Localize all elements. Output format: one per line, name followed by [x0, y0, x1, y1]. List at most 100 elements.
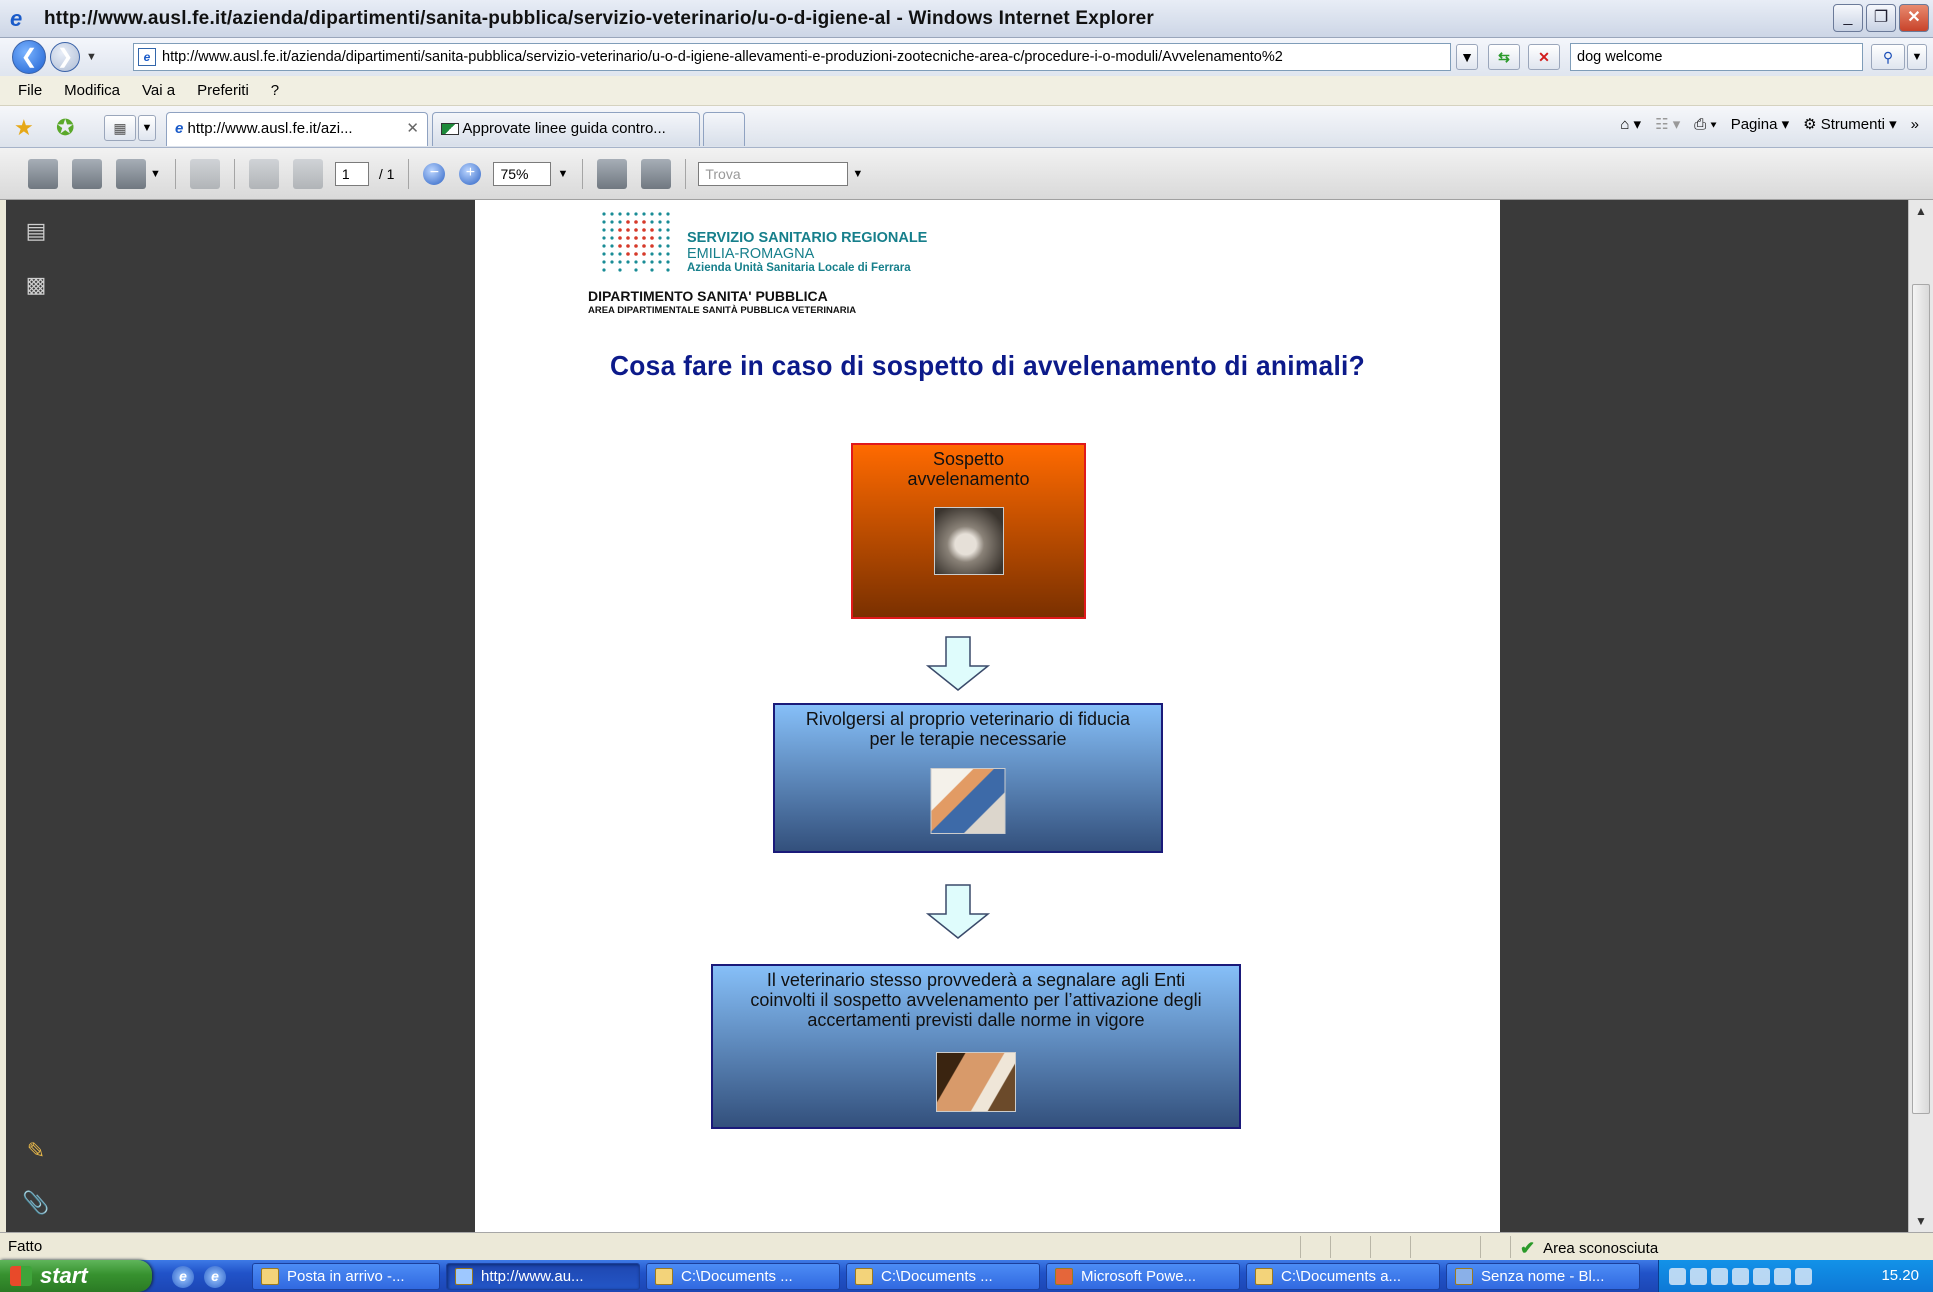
tab-label: http://www.ausl.fe.it/azi... — [187, 120, 353, 137]
print-icon[interactable]: ⎙ ▾ — [1694, 116, 1716, 133]
status-divider — [1410, 1236, 1411, 1258]
menu-vai-a[interactable]: Vai a — [142, 82, 175, 99]
tray-user-icon[interactable] — [1690, 1268, 1707, 1285]
address-input[interactable]: e http://www.ausl.fe.it/azienda/dipartim… — [133, 43, 1451, 71]
folder-icon — [655, 1268, 673, 1285]
fit-page-icon[interactable] — [641, 158, 672, 189]
start-label: start — [40, 1263, 88, 1288]
clock[interactable]: 15.20 — [1881, 1267, 1919, 1284]
security-zone[interactable]: Area sconosciuta — [1543, 1240, 1658, 1257]
quick-tabs-icon[interactable]: ▦ — [104, 115, 136, 141]
home-icon[interactable]: ⌂ ▾ — [1620, 115, 1641, 133]
quicklaunch-outlook-icon[interactable]: e — [204, 1266, 226, 1288]
tray-connection-icon[interactable] — [1732, 1268, 1749, 1285]
prev-page-icon[interactable] — [248, 158, 279, 189]
search-options-icon[interactable]: ▼ — [1907, 44, 1927, 70]
tray-display-icon[interactable] — [1774, 1268, 1791, 1285]
status-divider — [1370, 1236, 1371, 1258]
scroll-down-icon[interactable]: ▼ — [1912, 1212, 1930, 1230]
page-menu[interactable]: Pagina ▾ — [1731, 115, 1789, 133]
new-tab-button[interactable] — [703, 112, 745, 146]
pdf-email-icon[interactable] — [116, 158, 146, 189]
status-text: Fatto — [8, 1238, 43, 1255]
tab-list-icon[interactable]: ▼ — [138, 115, 156, 141]
taskbar-item[interactable]: Senza nome - Bl... — [1446, 1263, 1640, 1290]
step-text: Il veterinario stesso provvederà a segna… — [750, 970, 1202, 1030]
pdf-save-icon[interactable] — [72, 158, 102, 189]
quicklaunch-ie-icon[interactable]: e — [172, 1266, 194, 1288]
minimize-button[interactable]: _ — [1833, 4, 1863, 32]
taskbar-item[interactable]: http://www.au... — [446, 1263, 640, 1290]
windows-flag-icon — [10, 1266, 32, 1286]
add-favorites-icon[interactable]: ✪ — [56, 115, 74, 141]
system-tray: 15.20 — [1658, 1260, 1933, 1292]
favorites-star-icon[interactable]: ★ — [14, 115, 34, 141]
taskbar-item-label: C:\Documents a... — [1281, 1268, 1402, 1285]
taskbar-item[interactable]: Posta in arrivo -... — [252, 1263, 440, 1290]
scroll-up-icon[interactable]: ▲ — [1912, 202, 1930, 220]
vertical-scrollbar[interactable]: ▲ ▼ — [1908, 200, 1933, 1232]
history-dropdown-icon[interactable]: ▼ — [86, 51, 97, 63]
next-page-icon[interactable] — [292, 158, 323, 189]
taskbar-item-label: Senza nome - Bl... — [1481, 1268, 1605, 1285]
zoom-in-icon[interactable]: + — [459, 162, 482, 185]
attachment-icon[interactable]: 📎 — [22, 1190, 50, 1218]
status-bar: Fatto ✔ Area sconosciuta — [0, 1232, 1933, 1260]
restore-button[interactable]: ❐ — [1866, 4, 1896, 32]
find-input[interactable]: Trova — [698, 161, 849, 186]
tray-volume-icon[interactable] — [1795, 1268, 1812, 1285]
menu-file[interactable]: File — [18, 82, 42, 99]
pdf-print-icon[interactable] — [28, 158, 58, 189]
taskbar-item[interactable]: C:\Documents ... — [646, 1263, 840, 1290]
find-dropdown-icon[interactable]: ▼ — [852, 168, 863, 180]
zoom-out-icon[interactable]: − — [423, 162, 446, 185]
menu-bar: File Modifica Vai a Preferiti ? — [0, 76, 1933, 106]
comments-icon[interactable]: ✎ — [22, 1138, 50, 1166]
menu-modifica[interactable]: Modifica — [64, 82, 120, 99]
fit-width-icon[interactable] — [597, 158, 628, 189]
tray-security-icon[interactable] — [1711, 1268, 1728, 1285]
feeds-icon[interactable]: ☷ ▾ — [1655, 115, 1680, 133]
folder-icon — [855, 1268, 873, 1285]
tab-close-icon[interactable]: ✕ — [406, 113, 419, 145]
search-input[interactable]: dog welcome — [1570, 43, 1863, 71]
tools-menu[interactable]: ⚙ Strumenti ▾ — [1803, 115, 1897, 133]
tray-update-icon[interactable] — [1753, 1268, 1770, 1285]
taskbar-item[interactable]: Microsoft Powe... — [1046, 1263, 1240, 1290]
taskbar-item-label: Microsoft Powe... — [1081, 1268, 1197, 1285]
zoom-dropdown-icon[interactable]: ▼ — [557, 168, 568, 180]
taskbar-item[interactable]: C:\Documents ... — [846, 1263, 1040, 1290]
pdf-toolbar: ▼ 1 / 1 − + 75% ▼ Trova ▼ — [0, 148, 1933, 200]
start-button[interactable]: start — [0, 1260, 152, 1292]
page-number-input[interactable]: 1 — [334, 161, 369, 186]
bookmarks-icon[interactable]: ▩ — [22, 272, 50, 300]
folder-icon — [1255, 1268, 1273, 1285]
pdf-hand-icon[interactable] — [189, 158, 220, 189]
site-flag-icon — [441, 123, 459, 136]
tab-label: Approvate linee guida contro... — [462, 120, 666, 137]
tab-linee-guida[interactable]: Approvate linee guida contro... — [432, 112, 700, 146]
menu-preferiti[interactable]: Preferiti — [197, 82, 249, 99]
department-area: AREA DIPARTIMENTALE SANITÀ PUBBLICA VETE… — [588, 305, 857, 316]
pdf-nav-panel: ▤ ▩ ✎ 📎 — [6, 200, 66, 1232]
separator — [582, 158, 584, 189]
tab-ausl[interactable]: e http://www.ausl.fe.it/azi... ✕ — [166, 112, 428, 146]
scroll-thumb[interactable] — [1912, 284, 1930, 1114]
zoom-input[interactable]: 75% — [493, 161, 552, 186]
menu-help[interactable]: ? — [271, 82, 279, 99]
back-button[interactable]: ❮ — [12, 40, 46, 74]
taskbar-item[interactable]: C:\Documents a... — [1246, 1263, 1440, 1290]
forward-button[interactable]: ❯ — [50, 42, 80, 72]
close-button[interactable]: ✕ — [1899, 4, 1929, 32]
search-icon[interactable]: ⚲ — [1871, 44, 1905, 70]
refresh-icon[interactable]: ⇆ — [1488, 44, 1520, 70]
address-text: http://www.ausl.fe.it/azienda/dipartimen… — [162, 49, 1283, 65]
tray-network-icon[interactable] — [1669, 1268, 1686, 1285]
address-dropdown-icon[interactable]: ▼ — [1456, 44, 1478, 70]
pages-icon[interactable]: ▤ — [22, 218, 50, 246]
stop-icon[interactable]: ✕ — [1528, 44, 1560, 70]
mail-icon — [261, 1268, 279, 1285]
chevron-more-icon[interactable]: » — [1911, 116, 1919, 133]
email-dropdown-icon[interactable]: ▼ — [150, 168, 161, 180]
gear-icon: ⚙ — [1803, 116, 1817, 133]
